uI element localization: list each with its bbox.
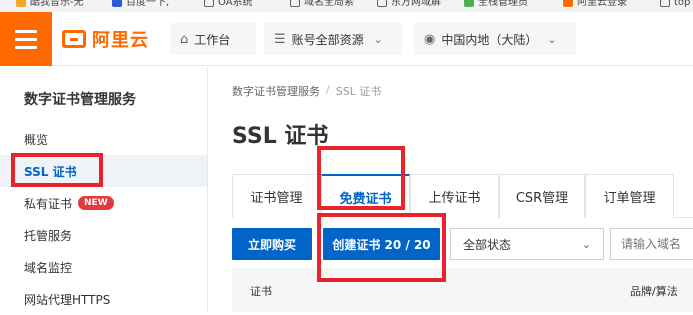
bookmark-icon (16, 0, 26, 7)
sidebar-item-domain-monitoring[interactable]: 域名监控 (0, 251, 207, 283)
table-header: 证书 品牌/算法 (232, 268, 693, 312)
buy-now-button[interactable]: 立即购买 (232, 228, 312, 260)
breadcrumb-link[interactable]: 数字证书管理服务 (232, 83, 320, 99)
location-pin-icon: ◉ (424, 31, 436, 47)
tab-order-management[interactable]: 订单管理 (585, 174, 674, 218)
tab-csr-management[interactable]: CSR管理 (499, 174, 585, 218)
chevron-down-icon: ⌄ (581, 238, 591, 251)
bookmark-icon (204, 0, 214, 7)
domain-search-input[interactable] (610, 228, 693, 260)
hamburger-icon (15, 29, 37, 33)
page-title: SSL 证书 (232, 124, 329, 149)
tab-bar: 证书管理 免费证书 上传证书 CSR管理 订单管理 (232, 174, 693, 219)
sidebar: 数字证书管理服务 概览 SSL 证书 私有证书 NEW 托管服务 域名监控 网站… (0, 67, 208, 312)
sidebar-item-website-proxy-https[interactable]: 网站代理HTTPS (0, 283, 207, 315)
create-certificate-button[interactable]: 创建证书 20 / 20 (323, 228, 440, 260)
tab-certificate-management[interactable]: 证书管理 (232, 174, 321, 218)
bookmark-icon (290, 0, 300, 7)
bookmark-icon (563, 0, 573, 7)
bookmark-icon (112, 0, 122, 7)
bookmark-icon (464, 0, 474, 7)
bookmark-item[interactable]: 域名全局索 (290, 0, 354, 8)
sidebar-title: 数字证书管理服务 (24, 92, 136, 108)
sidebar-item-overview[interactable]: 概览 (0, 123, 207, 155)
bookmarks-bar: 酷我音乐-无 百度一下, OA系统 域名全局索 东方网域解 全栈管理员 阿里云登… (0, 0, 693, 12)
chevron-down-icon: ⌄ (373, 32, 383, 46)
aliyun-logo[interactable]: 阿里云 (62, 26, 149, 52)
sidebar-item-managed-service[interactable]: 托管服务 (0, 219, 207, 251)
tab-upload-certificate[interactable]: 上传证书 (410, 174, 499, 218)
bookmark-item[interactable]: 全栈管理员 (464, 0, 528, 8)
status-select[interactable]: 全部状态 ⌄ (450, 228, 604, 260)
resources-dropdown[interactable]: ☰ 账号全部资源 ⌄ (264, 23, 402, 55)
column-header-certificate: 证书 (250, 285, 272, 298)
chevron-down-icon: ⌄ (547, 32, 557, 46)
aliyun-logo-icon (62, 30, 86, 48)
tab-free-certificate[interactable]: 免费证书 (321, 174, 410, 219)
breadcrumb-current: SSL 证书 (335, 85, 382, 98)
bookmark-icon (660, 0, 670, 7)
home-icon: ⌂ (180, 31, 189, 47)
region-dropdown[interactable]: ◉ 中国内地（大陆） ⌄ (414, 23, 576, 55)
bookmark-item[interactable]: OA系统 (204, 0, 253, 8)
bookmark-item[interactable]: 东方网域解 (377, 0, 441, 8)
breadcrumb: 数字证书管理服务 / SSL 证书 (232, 83, 382, 99)
column-header-brand-algorithm: 品牌/算法 (630, 285, 678, 298)
sidebar-item-ssl-certificate[interactable]: SSL 证书 (0, 155, 207, 187)
bookmark-icon (377, 0, 387, 7)
list-icon: ☰ (274, 31, 286, 47)
menu-button[interactable] (0, 12, 52, 66)
bookmark-item[interactable]: top (660, 0, 690, 8)
bookmark-item[interactable]: 酷我音乐-无 (16, 0, 84, 8)
bookmark-item[interactable]: 阿里云登录 (563, 0, 627, 8)
bookmark-item[interactable]: 百度一下, (112, 0, 169, 8)
workbench-button[interactable]: ⌂ 工作台 (170, 23, 256, 55)
sidebar-item-private-certificate[interactable]: 私有证书 NEW (0, 187, 207, 219)
top-header: 阿里云 ⌂ 工作台 ☰ 账号全部资源 ⌄ ◉ 中国内地（大陆） ⌄ (0, 12, 693, 66)
new-badge: NEW (78, 196, 114, 210)
